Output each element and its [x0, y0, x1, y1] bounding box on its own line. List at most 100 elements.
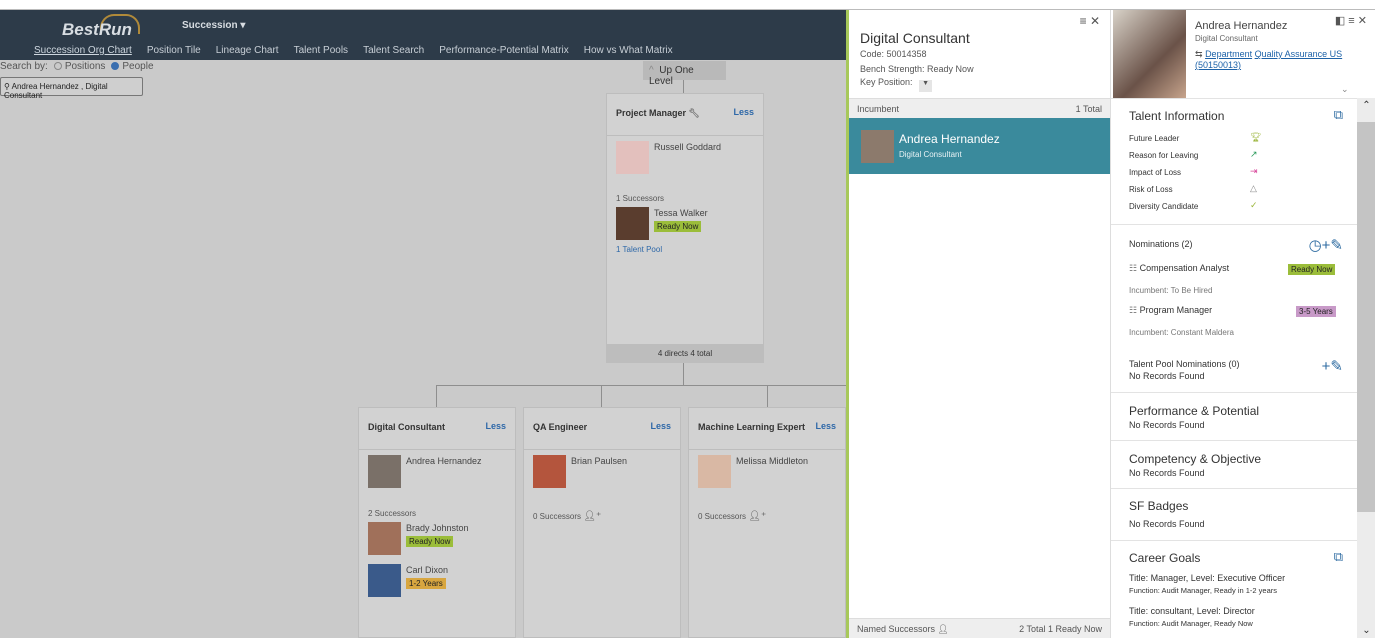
menu-icon[interactable]: ≡: [1348, 15, 1354, 27]
scrollbar-thumb[interactable]: [1357, 122, 1375, 512]
open-external-icon[interactable]: ⧉: [1334, 107, 1343, 123]
position-card-digital-consultant[interactable]: Digital Consultant Less Andrea Hernandez …: [358, 407, 516, 638]
tab-talent-search[interactable]: Talent Search: [363, 45, 424, 56]
empty-text: No Records Found: [1129, 468, 1205, 478]
talent-item: Impact of Loss: [1129, 168, 1182, 177]
talent-pool-link[interactable]: 1 Talent Pool: [616, 245, 662, 254]
edit-icon[interactable]: ✎: [1330, 358, 1343, 375]
successors-count: 0 Successors 👤︎⁺: [698, 511, 767, 522]
successors-count: 1 Successors: [616, 194, 665, 203]
connector: [767, 385, 768, 407]
search-icon: ⚲: [4, 82, 10, 91]
department: ⇆ Department Quality Assurance US (50150…: [1195, 49, 1355, 71]
section-title: Performance & Potential: [1129, 404, 1260, 418]
search-input[interactable]: ⚲ Andrea Hernandez , Digital Consultant: [0, 77, 143, 100]
position-card-machine-learning-expert[interactable]: Machine Learning Expert Less Melissa Midd…: [688, 407, 846, 638]
avatar: [861, 130, 894, 163]
scroll-up-icon[interactable]: ⌃: [1357, 100, 1375, 111]
tab-talent-pools[interactable]: Talent Pools: [294, 45, 348, 56]
connector: [601, 385, 602, 407]
less-link[interactable]: Less: [733, 107, 754, 117]
avatar: [368, 522, 401, 555]
successor-name[interactable]: Carl Dixon 1-2 Years: [406, 565, 448, 589]
card-footer: 4 directs 4 total: [607, 344, 763, 362]
incumbent-name[interactable]: Andrea Hernandez: [406, 456, 482, 466]
department-code-link[interactable]: (50150013): [1195, 60, 1241, 70]
avatar: [616, 207, 649, 240]
nomination-position[interactable]: ☷ Program Manager: [1129, 305, 1212, 316]
radio-people[interactable]: People: [111, 61, 154, 72]
scrollbar[interactable]: ⌃ ⌄: [1357, 98, 1375, 638]
position-title: Digital Consultant: [860, 30, 970, 46]
panel-actions: ≡ ✕: [1080, 14, 1100, 28]
tab-performance-potential-matrix[interactable]: Performance-Potential Matrix: [439, 45, 569, 56]
incumbent-name[interactable]: Russell Goddard: [654, 142, 721, 152]
position-code: Code: 50014358: [860, 49, 927, 59]
close-icon[interactable]: ✕: [1358, 15, 1367, 27]
position-card-qa-engineer[interactable]: QA Engineer Less Brian Paulsen 0 Successo…: [523, 407, 681, 638]
readiness-badge: Ready Now: [1288, 264, 1336, 275]
chevron-up-icon: ^: [649, 65, 654, 76]
chevron-down-icon[interactable]: ⌄: [1341, 84, 1349, 95]
module-selector[interactable]: Succession ▾: [182, 20, 245, 31]
radio-positions[interactable]: Positions: [53, 61, 105, 72]
less-link[interactable]: Less: [485, 421, 506, 431]
avatar: [616, 141, 649, 174]
position-card-project-manager[interactable]: Project Manager 🔧︎ Less Russell Goddard 1…: [606, 93, 764, 363]
expand-icon[interactable]: ◧: [1335, 15, 1345, 27]
history-icon[interactable]: ◷: [1309, 237, 1322, 254]
close-icon[interactable]: ✕: [1090, 14, 1100, 28]
talent-item: Diversity Candidate: [1129, 202, 1199, 211]
less-link[interactable]: Less: [815, 421, 836, 431]
connector: [436, 385, 846, 386]
incumbent-name[interactable]: Brian Paulsen: [571, 456, 627, 466]
connector: [683, 80, 684, 94]
up-one-level-button[interactable]: ^ Up One Level: [643, 61, 726, 87]
less-link[interactable]: Less: [650, 421, 671, 431]
edit-icon[interactable]: ✎: [1330, 237, 1343, 254]
nominations-section: Nominations (2) ◷+✎ ☷ Compensation Analy…: [1111, 226, 1357, 393]
exit-icon: ⇥: [1250, 166, 1258, 176]
department-value-link[interactable]: Quality Assurance US: [1255, 49, 1343, 59]
add-successor-icon[interactable]: 👤︎⁺: [583, 511, 601, 522]
open-external-icon[interactable]: ⧉: [1334, 549, 1343, 565]
avatar: [368, 564, 401, 597]
nomination-incumbent: Incumbent: Constant Maldera: [1129, 328, 1234, 337]
competency-objective-section: Competency & Objective No Records Found: [1111, 441, 1357, 489]
section-title: SF Badges: [1129, 499, 1189, 513]
browser-tab-strip: [0, 0, 1375, 10]
readiness-badge: Ready Now: [654, 221, 702, 232]
goal-title: Title: Manager, Level: Executive Officer: [1129, 573, 1286, 583]
trophy-icon: 🏆︎: [1250, 132, 1262, 142]
panel-actions: ◧ ≡ ✕: [1335, 14, 1367, 27]
key-position-dropdown[interactable]: ▼: [919, 80, 933, 92]
avatar: [533, 455, 566, 488]
search-by: Search by: Positions People: [0, 61, 154, 72]
menu-icon[interactable]: ≡: [1080, 14, 1087, 28]
talent-item: Future Leader: [1129, 134, 1180, 143]
chevron-down-icon: ▾: [240, 20, 246, 31]
key-position: Key Position: ▼: [860, 77, 933, 92]
tab-succession-org-chart[interactable]: Succession Org Chart: [34, 45, 132, 56]
scroll-down-icon[interactable]: ⌄: [1357, 625, 1375, 636]
successor-name[interactable]: Tessa Walker Ready Now: [654, 208, 708, 232]
successor-name[interactable]: Brady Johnston Ready Now: [406, 523, 469, 547]
incumbent-name[interactable]: Melissa Middleton: [736, 456, 808, 466]
avatar: [698, 455, 731, 488]
card-header: Project Manager 🔧︎ Less: [607, 94, 763, 136]
named-successors-footer[interactable]: Named Successors 👤︎ 2 Total 1 Ready Now: [849, 618, 1110, 638]
readiness-badge: Ready Now: [406, 536, 454, 547]
incumbent-name: Andrea Hernandez: [899, 132, 1000, 146]
org-icon: ☷: [1129, 263, 1138, 273]
person-name: Andrea Hernandez: [1195, 20, 1288, 32]
career-goals-section: Career Goals ⧉ Title: Manager, Level: Ex…: [1111, 541, 1357, 638]
department-link[interactable]: Department: [1205, 49, 1252, 59]
add-successor-icon[interactable]: 👤︎⁺: [748, 511, 766, 522]
avatar: [368, 455, 401, 488]
nomination-position[interactable]: ☷ Compensation Analyst: [1129, 263, 1229, 274]
tab-how-vs-what-matrix[interactable]: How vs What Matrix: [584, 45, 673, 56]
section-title: Nominations (2): [1129, 239, 1193, 249]
incumbent-row[interactable]: Andrea Hernandez Digital Consultant: [849, 118, 1110, 174]
tab-position-tile[interactable]: Position Tile: [147, 45, 201, 56]
tab-lineage-chart[interactable]: Lineage Chart: [216, 45, 279, 56]
